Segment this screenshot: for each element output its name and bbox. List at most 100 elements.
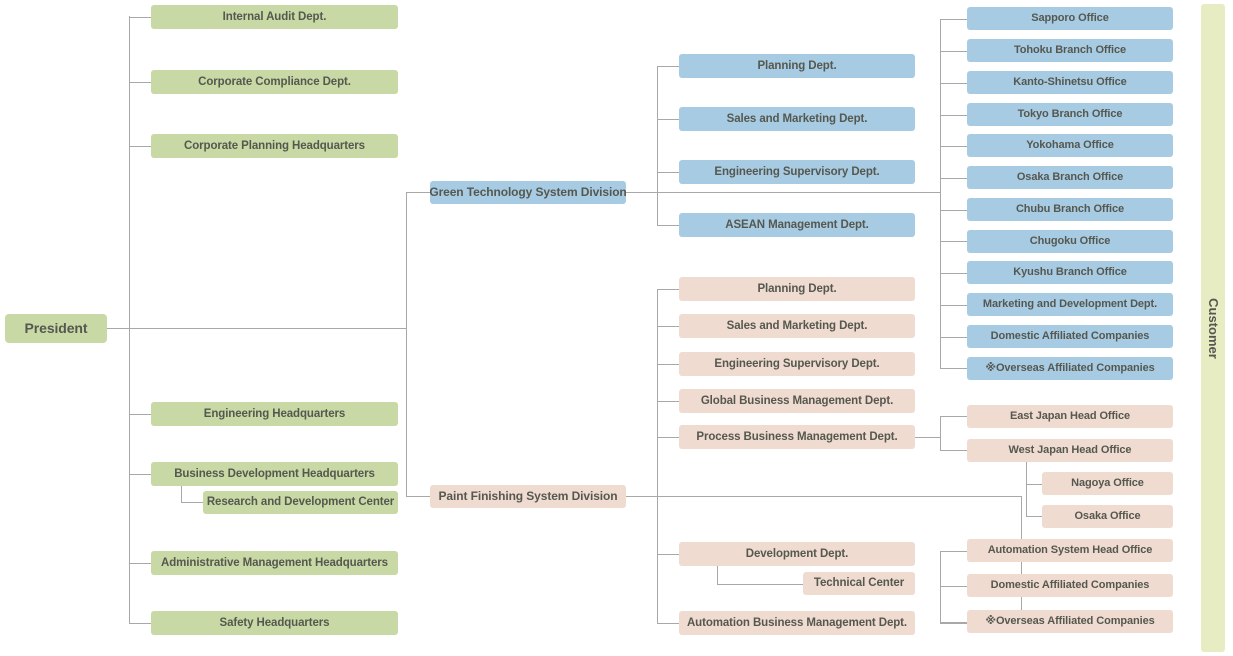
customer-label: Customer (1205, 297, 1221, 359)
node-automation-business-management-dept[interactable]: Automation Business Management Dept. (679, 611, 915, 635)
connector (940, 337, 967, 338)
connector (657, 119, 680, 120)
node-nagoya-office[interactable]: Nagoya Office (1042, 472, 1173, 495)
connector (940, 146, 967, 147)
node-green-technology-system-division[interactable]: Green Technology System Division (430, 181, 626, 204)
node-green-asean-management-dept[interactable]: ASEAN Management Dept. (679, 213, 915, 237)
connector (107, 328, 130, 329)
connector (940, 19, 967, 20)
node-process-business-management-dept[interactable]: Process Business Management Dept. (679, 425, 915, 449)
connector (1026, 484, 1042, 485)
node-engineering-headquarters[interactable]: Engineering Headquarters (151, 402, 398, 426)
connector (940, 115, 967, 116)
connector (717, 566, 718, 584)
connector (129, 82, 152, 83)
connector (657, 172, 680, 173)
node-business-development-headquarters[interactable]: Business Development Headquarters (151, 462, 398, 486)
connector (940, 551, 967, 552)
connector (406, 192, 431, 193)
node-tokyo-branch-office[interactable]: Tokyo Branch Office (967, 103, 1173, 126)
connector (657, 437, 680, 438)
connector (915, 437, 941, 438)
connector (626, 496, 1021, 497)
connector (1026, 516, 1042, 517)
node-global-business-management-dept[interactable]: Global Business Management Dept. (679, 389, 915, 413)
node-osaka-office[interactable]: Osaka Office (1042, 505, 1173, 528)
node-domestic-affiliated-companies-paint[interactable]: Domestic Affiliated Companies (967, 574, 1173, 597)
node-automation-system-head-office[interactable]: Automation System Head Office (967, 539, 1173, 562)
node-overseas-affiliated-companies-paint[interactable]: ※Overseas Affiliated Companies (967, 610, 1173, 633)
node-president[interactable]: President (5, 314, 107, 343)
connector (657, 364, 680, 365)
connector-bus-west-japan (1026, 462, 1027, 517)
connector (129, 623, 152, 624)
node-green-sales-and-marketing-dept[interactable]: Sales and Marketing Dept. (679, 107, 915, 131)
connector-bus-paint-depts (657, 289, 658, 623)
connector-bus-divisions (406, 192, 407, 496)
connector (940, 241, 967, 242)
connector (129, 146, 152, 147)
node-chugoku-office[interactable]: Chugoku Office (967, 230, 1173, 253)
node-west-japan-head-office[interactable]: West Japan Head Office (967, 439, 1173, 462)
node-tohoku-branch-office[interactable]: Tohoku Branch Office (967, 39, 1173, 62)
connector (657, 326, 680, 327)
node-internal-audit-dept[interactable]: Internal Audit Dept. (151, 5, 398, 29)
connector (940, 83, 967, 84)
node-chubu-branch-office[interactable]: Chubu Branch Office (967, 198, 1173, 221)
node-paint-sales-and-marketing-dept[interactable]: Sales and Marketing Dept. (679, 314, 915, 338)
node-paint-planning-dept[interactable]: Planning Dept. (679, 277, 915, 301)
node-overseas-affiliated-companies-green[interactable]: ※Overseas Affiliated Companies (967, 357, 1173, 380)
node-marketing-and-development-dept[interactable]: Marketing and Development Dept. (967, 293, 1173, 316)
node-paint-finishing-system-division[interactable]: Paint Finishing System Division (430, 485, 626, 508)
connector (657, 225, 680, 226)
connector-bus-automation (940, 551, 941, 623)
connector (940, 305, 967, 306)
connector (181, 502, 203, 503)
connector (657, 623, 680, 624)
node-kanto-shinetsu-office[interactable]: Kanto-Shinetsu Office (967, 71, 1173, 94)
node-development-dept[interactable]: Development Dept. (679, 542, 915, 566)
connector (940, 368, 967, 369)
org-chart: President Internal Audit Dept. Corporate… (0, 0, 1233, 656)
customer-strip: Customer (1201, 4, 1225, 652)
node-safety-headquarters[interactable]: Safety Headquarters (151, 611, 398, 635)
connector-bus-process-offices (940, 416, 941, 451)
connector (657, 66, 680, 67)
connector (129, 414, 152, 415)
connector (940, 51, 967, 52)
connector (657, 401, 680, 402)
connector (129, 563, 152, 564)
node-technical-center[interactable]: Technical Center (803, 572, 915, 595)
node-east-japan-head-office[interactable]: East Japan Head Office (967, 405, 1173, 428)
node-domestic-affiliated-companies-green[interactable]: Domestic Affiliated Companies (967, 325, 1173, 348)
node-yokohama-office[interactable]: Yokohama Office (967, 134, 1173, 157)
node-corporate-compliance-dept[interactable]: Corporate Compliance Dept. (151, 70, 398, 94)
node-kyushu-branch-office[interactable]: Kyushu Branch Office (967, 261, 1173, 284)
connector (940, 178, 967, 179)
connector (129, 474, 152, 475)
connector (406, 496, 431, 497)
connector (940, 210, 967, 211)
node-paint-engineering-supervisory-dept[interactable]: Engineering Supervisory Dept. (679, 352, 915, 376)
connector (717, 584, 803, 585)
node-green-engineering-supervisory-dept[interactable]: Engineering Supervisory Dept. (679, 160, 915, 184)
node-administrative-management-headquarters[interactable]: Administrative Management Headquarters (151, 551, 398, 575)
connector (181, 486, 182, 503)
connector (940, 450, 967, 451)
connector (129, 328, 407, 329)
connector (129, 17, 152, 18)
connector-bus-corporate (129, 16, 130, 623)
node-research-and-development-center[interactable]: Research and Development Center (203, 491, 398, 514)
connector (940, 273, 967, 274)
connector (626, 192, 941, 193)
connector (657, 289, 680, 290)
connector-bus-green-depts (657, 66, 658, 226)
connector (940, 416, 967, 417)
node-sapporo-office[interactable]: Sapporo Office (967, 7, 1173, 30)
connector (940, 586, 967, 587)
node-osaka-branch-office[interactable]: Osaka Branch Office (967, 166, 1173, 189)
node-corporate-planning-headquarters[interactable]: Corporate Planning Headquarters (151, 134, 398, 158)
node-green-planning-dept[interactable]: Planning Dept. (679, 54, 915, 78)
connector (657, 554, 680, 555)
connector-bus-green-offices (940, 19, 941, 369)
